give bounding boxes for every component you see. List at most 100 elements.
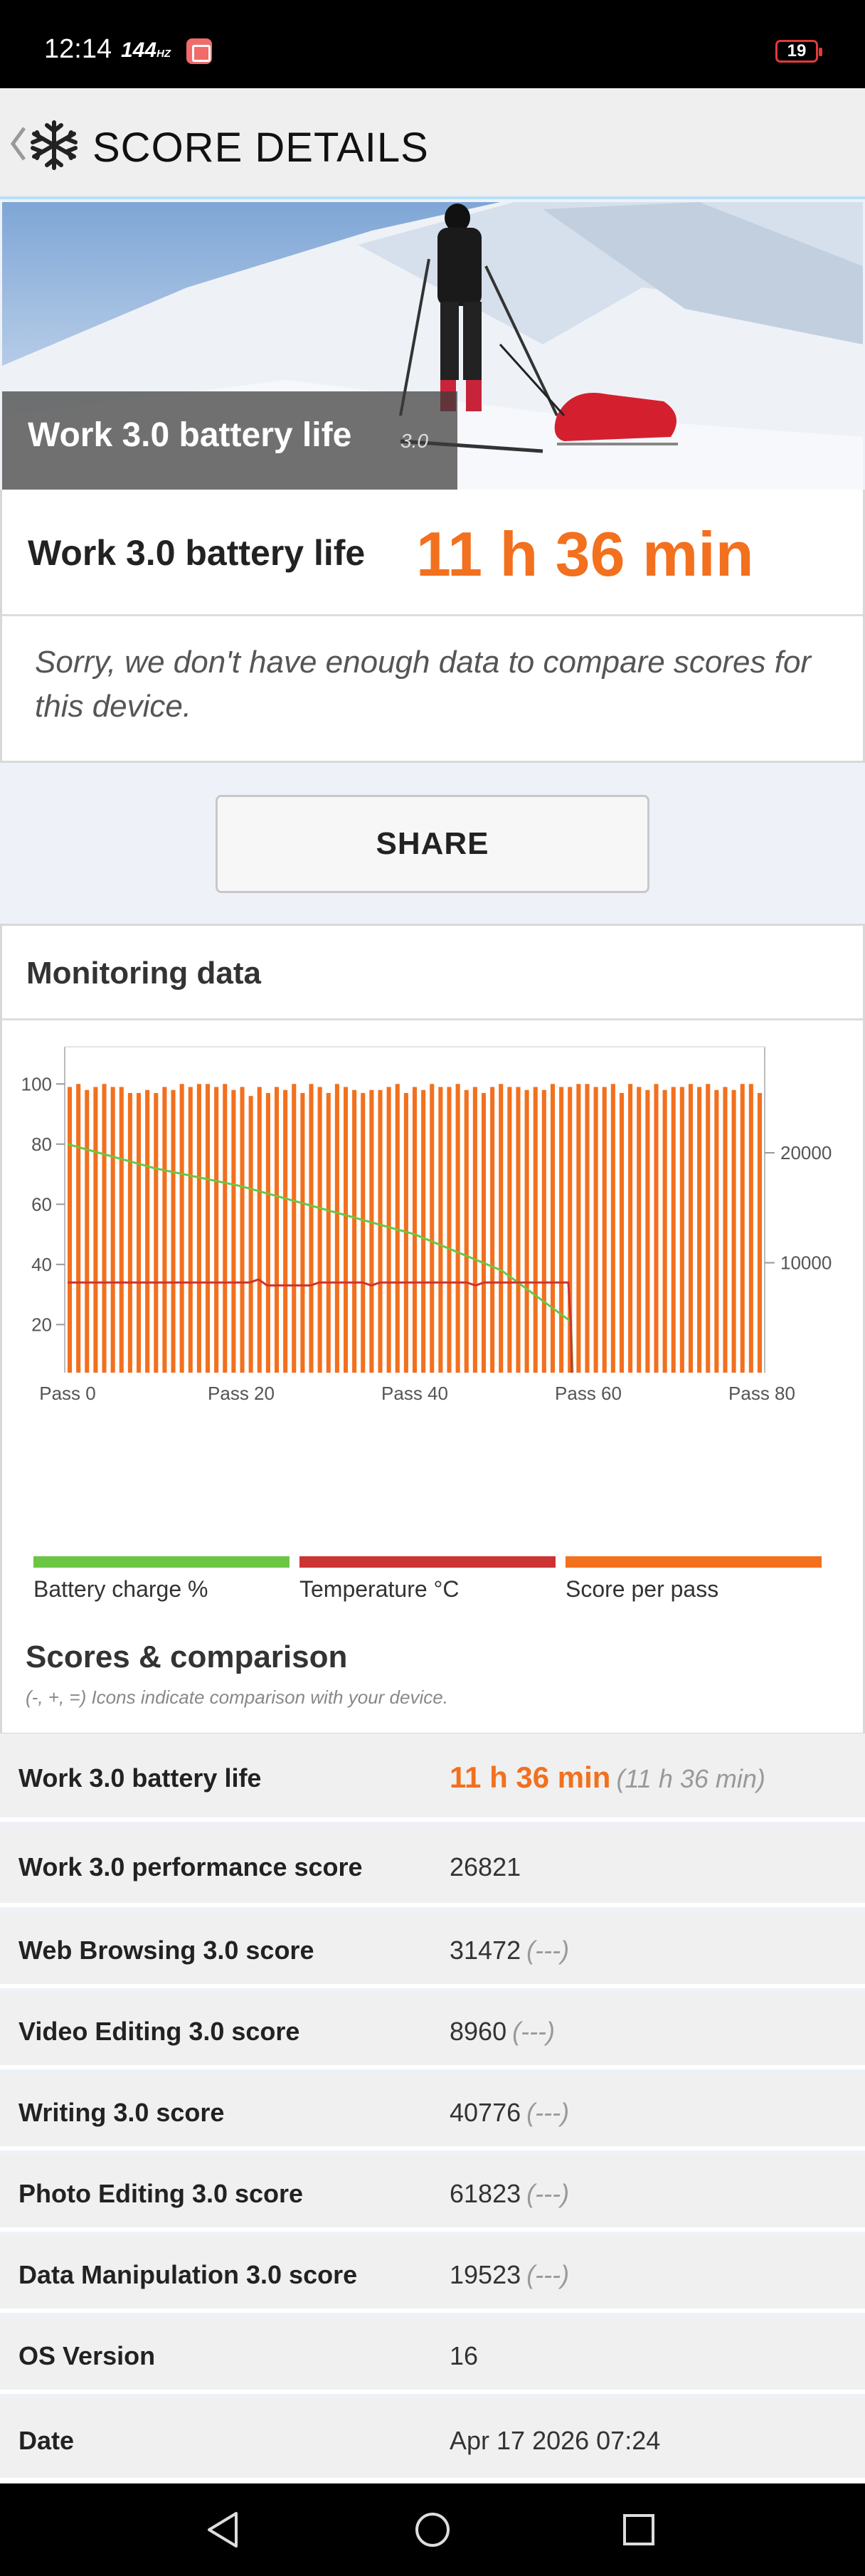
comparison-message: Sorry, we don't have enough data to comp…: [35, 645, 812, 724]
score-bar: [248, 1096, 253, 1373]
screen-record-icon: [186, 38, 212, 64]
nav-icons: [208, 2512, 654, 2548]
score-bar: [619, 1092, 625, 1373]
score-row-value-text: 16: [450, 2341, 479, 2370]
x-tick-label: Pass 20: [208, 1383, 275, 1404]
score-bar: [714, 1089, 719, 1373]
score-bar: [265, 1092, 270, 1373]
left-tick-label: 80: [31, 1134, 52, 1155]
score-bar: [464, 1089, 469, 1373]
score-bar: [386, 1087, 391, 1373]
share-button[interactable]: SHARE: [216, 795, 649, 893]
score-bar: [136, 1092, 142, 1373]
app-header: SCORE DETAILS: [0, 88, 865, 199]
score-bar: [662, 1089, 667, 1373]
score-bar: [171, 1089, 176, 1373]
score-bar: [145, 1089, 150, 1373]
score-bar: [593, 1087, 598, 1373]
score-card: Work 3.0 battery life 11 h 36 min Sorry,…: [0, 490, 865, 763]
score-row-compare: (---): [512, 2017, 556, 2046]
score-bar: [68, 1087, 73, 1373]
score-bar: [438, 1087, 443, 1373]
score-row-label: Photo Editing 3.0 score: [18, 2179, 304, 2208]
refresh-rate-value: 144: [121, 38, 157, 62]
nav-home-icon[interactable]: [415, 2513, 450, 2547]
score-bar: [378, 1089, 383, 1373]
legend-battery-swatch: [33, 1556, 290, 1568]
score-bar: [352, 1089, 357, 1373]
score-row-8: Date Apr 17 2026 07:24: [0, 2398, 865, 2482]
score-label: Work 3.0 battery life: [28, 533, 366, 573]
score-bar: [533, 1087, 538, 1373]
hero-caption: Work 3.0 battery life: [28, 416, 352, 454]
score-row-6: Data Manipulation 3.0 score 19523 (---): [0, 2236, 865, 2313]
scores-title: Scores & comparison: [26, 1640, 348, 1674]
hero-banner: Work 3.0 battery life 3.0: [2, 202, 863, 491]
score-bar: [559, 1087, 564, 1373]
score-row-label: Work 3.0 performance score: [18, 1852, 363, 1881]
score-bar: [697, 1087, 702, 1373]
x-tick-label: Pass 0: [39, 1383, 96, 1404]
score-bar: [93, 1087, 98, 1373]
score-row-compare: (---): [526, 1936, 570, 1965]
left-tick-label: 40: [31, 1254, 52, 1275]
score-bar: [507, 1087, 512, 1373]
score-row-value: 19523 (---): [450, 2260, 569, 2290]
score-row-value-text: 19523: [450, 2260, 521, 2289]
score-bar: [317, 1087, 322, 1373]
score-bar: [85, 1089, 90, 1373]
score-bar: [524, 1089, 529, 1373]
status-time: 12:14: [44, 34, 112, 64]
score-row-compare: (---): [526, 2179, 570, 2208]
score-row-value: 61823 (---): [450, 2179, 569, 2209]
score-bar: [481, 1092, 487, 1373]
score-row-compare: (11 h 36 min): [616, 1764, 765, 1793]
score-row-value-text: Apr 17 2026 07:24: [450, 2426, 661, 2455]
score-bar: [628, 1084, 633, 1373]
score-bar: [223, 1084, 228, 1373]
legend-temperature-swatch: [299, 1556, 556, 1568]
legend-temperature-label: Temperature °C: [299, 1576, 460, 1602]
score-row-value: 40776 (---): [450, 2098, 569, 2128]
x-tick-label: Pass 40: [381, 1383, 448, 1404]
left-tick-label: 60: [31, 1193, 52, 1215]
battery-icon: 19: [775, 40, 822, 63]
score-row-value-text: 61823: [450, 2179, 521, 2208]
score-bar: [102, 1084, 107, 1373]
score-row-value: 8960 (---): [450, 2017, 555, 2047]
score-row-value: 26821: [450, 1852, 521, 1882]
x-tick-label: Pass 60: [555, 1383, 622, 1404]
score-bar: [516, 1087, 521, 1373]
monitoring-divider: [2, 1018, 863, 1020]
nav-back-icon[interactable]: [208, 2512, 238, 2548]
score-bar: [490, 1087, 495, 1373]
snowflake-logo-icon[interactable]: [26, 118, 83, 172]
score-bar: [274, 1087, 280, 1373]
score-bar: [499, 1084, 504, 1373]
nav-recents-icon[interactable]: [623, 2514, 654, 2545]
score-row-0: Work 3.0 battery life 11 h 36 min (11 h 36…: [0, 1733, 865, 1822]
score-row-2: Web Browsing 3.0 score 31472 (---): [0, 1911, 865, 1988]
score-row-value-text: 26821: [450, 1852, 521, 1881]
right-tick-label: 10000: [780, 1252, 832, 1274]
score-row-4: Writing 3.0 score 40776 (---): [0, 2074, 865, 2150]
score-bar: [300, 1092, 305, 1373]
score-bar: [430, 1084, 435, 1373]
right-tick-label: 20000: [780, 1142, 832, 1163]
legend-score-swatch: [566, 1556, 822, 1568]
score-bar: [283, 1089, 288, 1373]
score-row-value: 16: [450, 2341, 478, 2371]
score-bar: [127, 1092, 132, 1373]
score-bar: [472, 1087, 477, 1373]
score-bar: [412, 1087, 418, 1373]
score-bar: [257, 1087, 262, 1373]
score-row-value: 11 h 36 min (11 h 36 min): [450, 1761, 765, 1795]
score-row-value-text: 11 h 36 min: [450, 1761, 611, 1794]
score-bar: [671, 1087, 676, 1373]
score-bar: [706, 1084, 711, 1373]
score-row-5: Photo Editing 3.0 score 61823 (---): [0, 2155, 865, 2232]
scores-note: (-, +, =) Icons indicate comparison with…: [26, 1686, 448, 1708]
x-tick-label: Pass 80: [728, 1383, 795, 1404]
score-bar: [110, 1087, 115, 1373]
score-bar: [637, 1087, 642, 1373]
